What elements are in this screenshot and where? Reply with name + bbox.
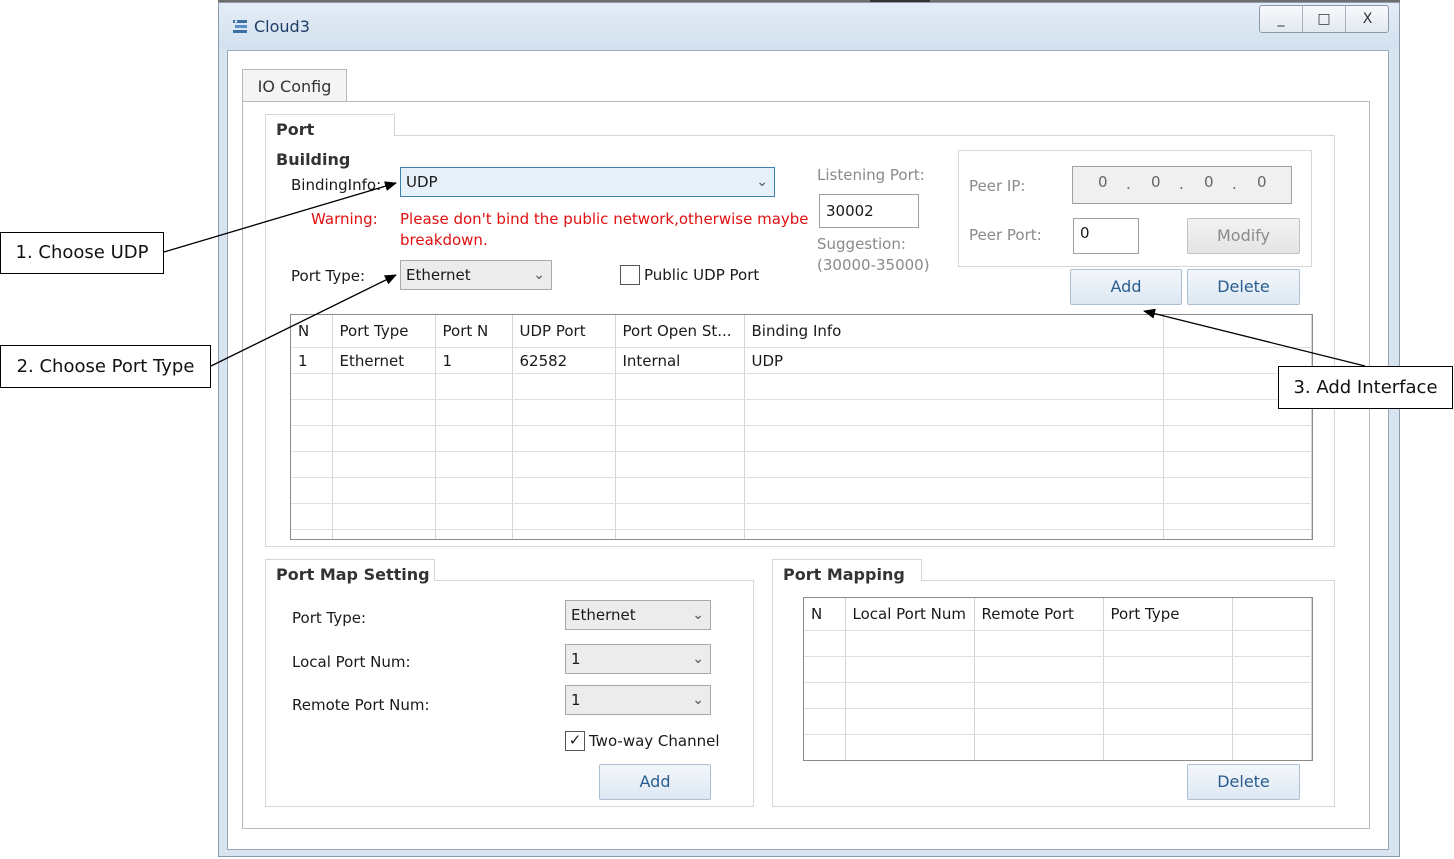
arrow-to-add-button bbox=[1143, 308, 1366, 367]
callout-choose-port-type: 2. Choose Port Type bbox=[0, 345, 211, 388]
annotation-arrows bbox=[163, 181, 1366, 367]
callout-add-interface: 3. Add Interface bbox=[1278, 366, 1453, 409]
callout-choose-udp: 1. Choose UDP bbox=[0, 232, 164, 274]
arrow-to-port-type bbox=[210, 274, 397, 367]
arrow-to-binding-info bbox=[163, 181, 397, 253]
